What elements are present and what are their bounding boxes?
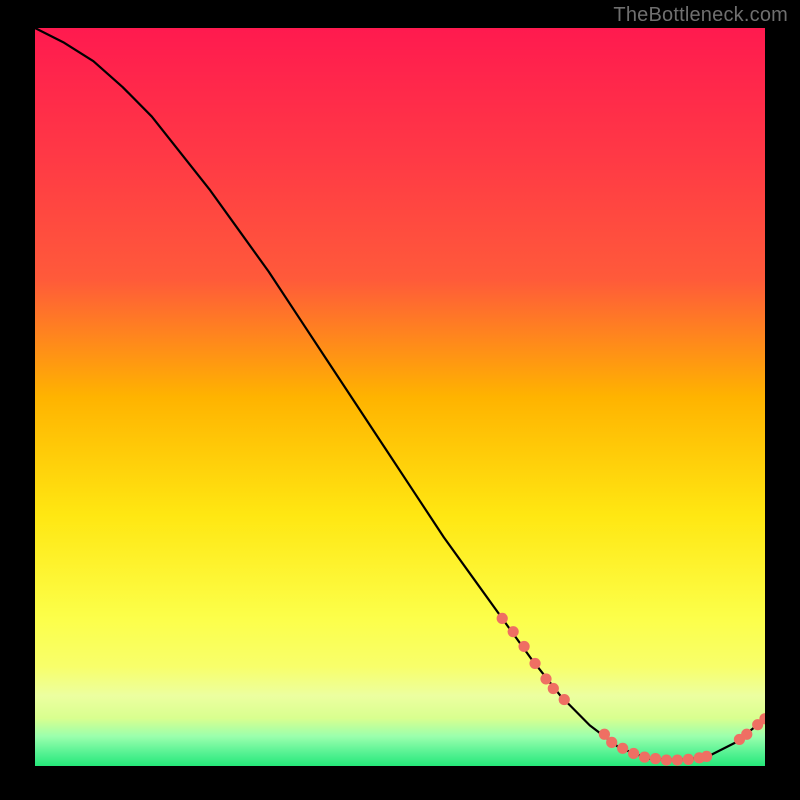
data-marker [650, 753, 661, 764]
plot-area [35, 28, 765, 766]
data-marker [519, 641, 530, 652]
data-marker [672, 755, 683, 766]
data-marker [559, 694, 570, 705]
data-marker [540, 673, 551, 684]
data-marker [617, 743, 628, 754]
data-marker [606, 737, 617, 748]
data-marker [548, 683, 559, 694]
data-marker [701, 751, 712, 762]
data-marker [497, 613, 508, 624]
data-marker [529, 658, 540, 669]
plot-svg [35, 28, 765, 766]
data-marker [741, 729, 752, 740]
data-marker [661, 755, 672, 766]
data-marker [508, 626, 519, 637]
data-marker [683, 754, 694, 765]
watermark-text: TheBottleneck.com [613, 4, 788, 27]
data-marker [639, 752, 650, 763]
data-marker [628, 748, 639, 759]
chart-stage: TheBottleneck.com [0, 0, 800, 800]
